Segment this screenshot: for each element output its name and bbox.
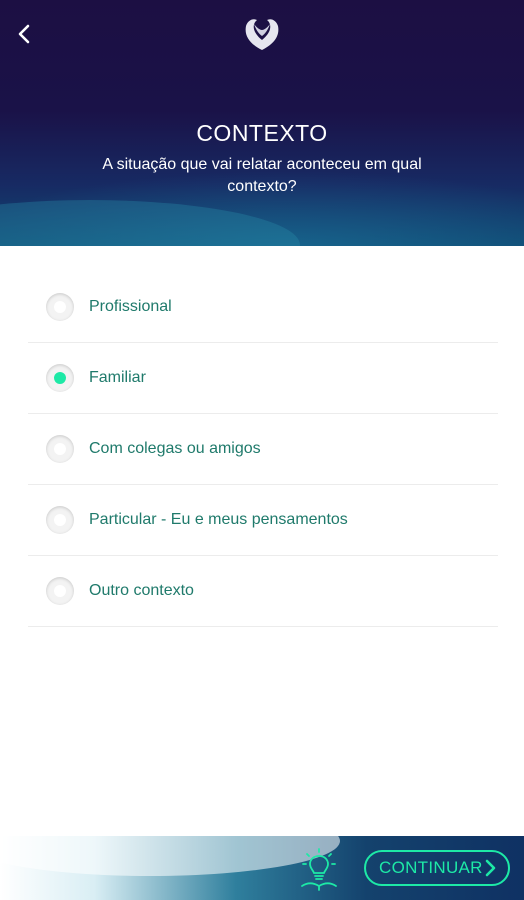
chevron-right-icon: [485, 859, 496, 877]
footer-bar: CONTINUAR: [0, 836, 524, 900]
option-profissional[interactable]: Profissional: [28, 272, 498, 343]
lightbulb-icon[interactable]: [296, 846, 342, 892]
footer-swoosh: [0, 836, 340, 876]
context-options-list: Profissional Familiar Com colegas ou ami…: [28, 272, 498, 627]
app-logo: [245, 19, 279, 50]
option-familiar[interactable]: Familiar: [28, 343, 498, 414]
radio-button[interactable]: [46, 577, 74, 605]
option-label: Profissional: [89, 298, 172, 315]
chevron-left-icon: [18, 24, 30, 44]
radio-button[interactable]: [46, 435, 74, 463]
option-colegas-amigos[interactable]: Com colegas ou amigos: [28, 414, 498, 485]
option-outro-contexto[interactable]: Outro contexto: [28, 556, 498, 627]
option-label: Outro contexto: [89, 582, 194, 599]
page-title: CONTEXTO: [196, 120, 328, 146]
radio-button[interactable]: [46, 506, 74, 534]
continue-button[interactable]: CONTINUAR: [364, 850, 510, 886]
header: CONTEXTO A situação que vai relatar acon…: [0, 0, 524, 246]
option-particular[interactable]: Particular - Eu e meus pensamentos: [28, 485, 498, 556]
radio-button-selected[interactable]: [46, 364, 74, 392]
back-button[interactable]: [10, 20, 38, 48]
page-subtitle: A situação que vai relatar aconteceu em …: [102, 156, 422, 195]
option-label: Familiar: [89, 369, 146, 386]
radio-button[interactable]: [46, 293, 74, 321]
option-label: Particular - Eu e meus pensamentos: [89, 511, 348, 528]
continue-label: CONTINUAR: [379, 858, 483, 877]
option-label: Com colegas ou amigos: [89, 440, 261, 457]
